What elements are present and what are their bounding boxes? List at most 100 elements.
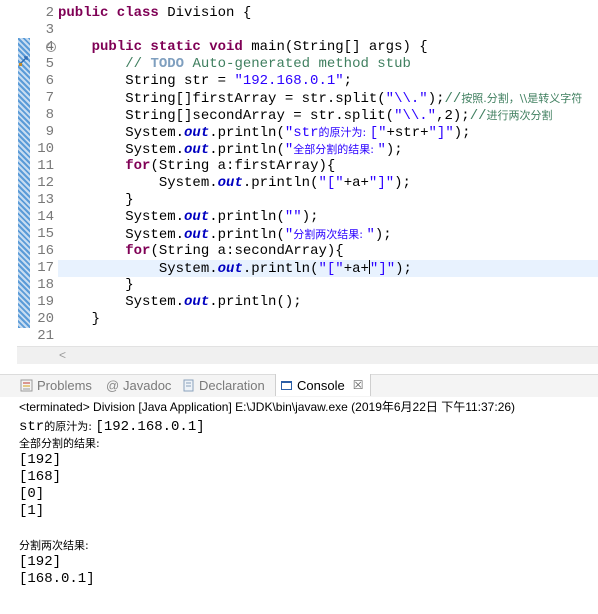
comment: // xyxy=(444,91,462,107)
code-text: .println( xyxy=(209,125,285,141)
string-literal: "]" xyxy=(428,125,454,141)
line-number: 15 xyxy=(37,226,54,242)
code-line: } xyxy=(58,192,133,209)
output-text: [168] xyxy=(19,469,62,485)
code-line: String[]secondArray = str.split("\\.",2)… xyxy=(58,107,552,124)
string-literal: "]" xyxy=(368,175,395,191)
field-out: out xyxy=(217,175,243,191)
line-number: 13 xyxy=(37,192,54,208)
console-line: [1] xyxy=(19,503,44,520)
code-text: String[]secondArray = str.split( xyxy=(125,108,395,124)
code-text: System. xyxy=(158,175,218,191)
line-number: 2 xyxy=(45,5,54,21)
code-text: System. xyxy=(125,209,185,225)
line-number: 9 xyxy=(45,124,54,140)
tab-problems[interactable]: Problems xyxy=(20,374,92,396)
tab-javadoc[interactable]: @ Javadoc xyxy=(106,374,171,396)
output-text: 分割两次结果: xyxy=(19,539,89,552)
fold-collapse-icon[interactable]: − xyxy=(46,42,56,52)
field-out: out xyxy=(184,142,210,158)
line-number: 20 xyxy=(37,311,54,327)
code-line: System.out.println("["+a+"]"); xyxy=(58,175,411,192)
string-literal: " xyxy=(366,227,375,243)
line-number: 5 xyxy=(45,56,54,72)
field-out: out xyxy=(184,125,210,141)
code-text: (String a:secondArray){ xyxy=(150,243,344,259)
output-text: [168.0.1] xyxy=(19,571,95,587)
horizontal-scrollbar[interactable]: < xyxy=(17,346,598,364)
string-literal: "" xyxy=(284,209,302,225)
code-line: // TODO Auto-generated method stub xyxy=(58,56,411,73)
output-text: 的原汁为: xyxy=(44,420,96,433)
line-number: 7 xyxy=(45,90,54,106)
code-line: System.out.println("分割两次结果: "); xyxy=(58,226,392,243)
string-literal: 分割两次结果: xyxy=(293,228,367,241)
tab-label: Console xyxy=(297,377,345,393)
code-text: } xyxy=(125,277,134,293)
console-line: str的原汁为: [192.168.0.1] xyxy=(19,418,205,435)
code-text: +str+ xyxy=(386,125,429,141)
line-number: 17 xyxy=(37,260,54,276)
code-text: .println( xyxy=(209,142,285,158)
scroll-left-arrow-icon[interactable]: < xyxy=(59,348,66,362)
string-literal: "str xyxy=(284,125,319,141)
line-number: 18 xyxy=(37,277,54,293)
string-literal: "\\." xyxy=(394,108,437,124)
code-text: .println(); xyxy=(209,294,302,310)
console-line: 全部分割的结果: xyxy=(19,435,100,452)
output-text: [192.168.0.1] xyxy=(95,419,205,435)
current-code-line: System.out.println("["+a+"]"); xyxy=(58,260,598,277)
console-line: [192] xyxy=(19,452,61,469)
tab-console[interactable]: Console ☒ xyxy=(280,374,363,396)
line-number: 21 xyxy=(37,328,54,344)
output-text: [1] xyxy=(19,503,45,519)
string-literal: "[" xyxy=(318,261,344,277)
field-out: out xyxy=(217,261,243,277)
line-number: 8 xyxy=(45,107,54,123)
tab-label: Declaration xyxy=(199,377,265,393)
tab-declaration[interactable]: Declaration xyxy=(182,374,265,396)
output-text: [192] xyxy=(19,452,62,468)
comment: 按照.分割，\\是转义字符 xyxy=(461,92,583,105)
todo-tag: TODO xyxy=(150,56,185,72)
console-line: 分割两次结果: xyxy=(19,537,89,554)
code-text: ); xyxy=(301,209,319,225)
line-number: 19 xyxy=(37,294,54,310)
output-text: [0] xyxy=(19,486,45,502)
code-editor[interactable]: 2 3 4 5 6 7 8 9 10 11 12 13 14 15 16 17 … xyxy=(0,0,598,346)
code-text: System. xyxy=(125,294,185,310)
field-out: out xyxy=(184,294,210,310)
code-text: ); xyxy=(427,91,445,107)
string-literal: " xyxy=(377,142,386,158)
code-line: } xyxy=(58,311,100,328)
string-literal: "192.168.0.1" xyxy=(234,73,344,89)
code-text: ); xyxy=(453,125,471,141)
code-text: .println( xyxy=(242,261,319,277)
keyword: for xyxy=(125,243,151,259)
code-text: (String a:firstArray){ xyxy=(150,158,336,174)
code-line: String str = "192.168.0.1"; xyxy=(58,73,352,90)
string-literal: "\\." xyxy=(385,91,428,107)
code-text: System. xyxy=(125,142,185,158)
code-text: ); xyxy=(374,227,392,243)
code-text: String[]firstArray = str.split( xyxy=(125,91,386,107)
at-icon: @ xyxy=(106,377,120,393)
console-line: [192] xyxy=(19,554,61,571)
code-text: ); xyxy=(394,175,411,191)
keyword: for xyxy=(125,158,151,174)
code-text: } xyxy=(91,311,101,327)
line-number: 10 xyxy=(37,141,54,157)
code-line: System.out.println("str的原汁为: ["+str+"]")… xyxy=(58,124,471,141)
code-text: main(String[] args) { xyxy=(251,39,428,55)
code-text: .println( xyxy=(209,209,285,225)
close-tab-icon[interactable]: ☒ xyxy=(353,378,364,392)
code-text: .println( xyxy=(242,175,319,191)
console-process-status: <terminated> Division [Java Application]… xyxy=(19,400,516,414)
tab-label: Problems xyxy=(37,377,92,393)
code-text: ,2); xyxy=(436,108,470,124)
code-text: +a+ xyxy=(343,175,369,191)
code-text: System. xyxy=(158,261,218,277)
code-text: ); xyxy=(385,142,403,158)
comment: Auto-generated method stub xyxy=(184,56,411,72)
string-literal: "[" xyxy=(318,175,344,191)
